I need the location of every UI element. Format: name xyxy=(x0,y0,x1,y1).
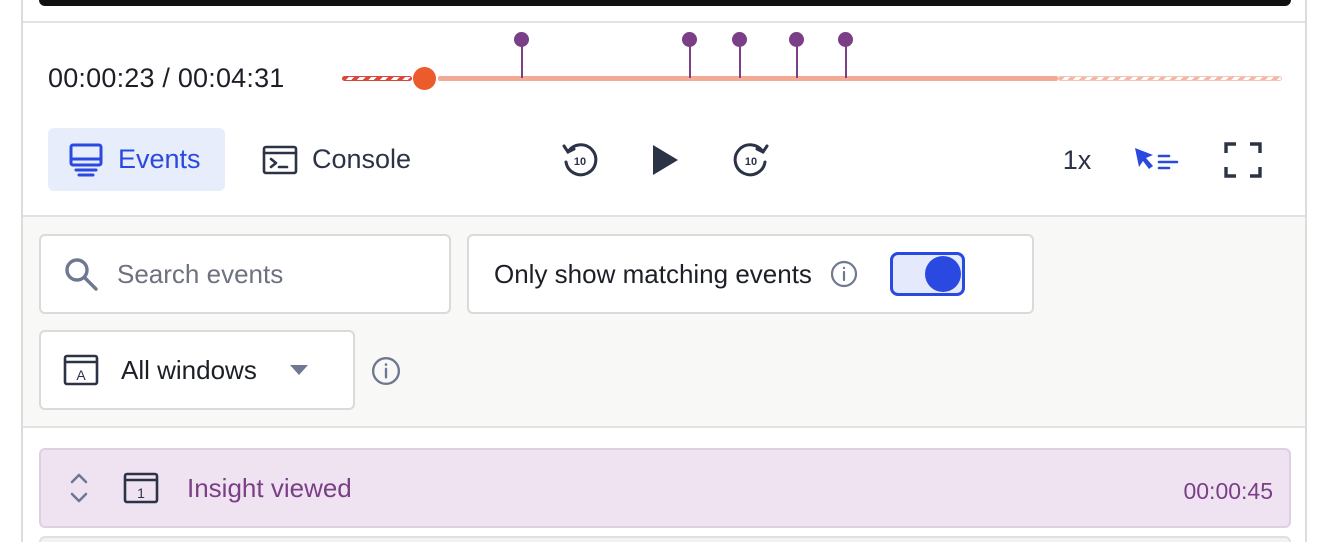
seekbar-buffer-start xyxy=(342,76,412,81)
fullscreen-button[interactable] xyxy=(1221,140,1265,180)
matching-events-filter: Only show matching events xyxy=(467,234,1034,314)
search-input[interactable] xyxy=(117,258,437,290)
event-name: Insight viewed xyxy=(187,472,352,503)
window-select-value: All windows xyxy=(121,354,257,385)
forward-10-button[interactable]: 10 xyxy=(729,138,773,182)
info-icon[interactable] xyxy=(830,260,858,288)
event-row[interactable] xyxy=(39,536,1291,542)
seekbar[interactable] xyxy=(342,30,1284,90)
event-marker[interactable] xyxy=(731,30,749,78)
window-icon-letter: A xyxy=(76,367,86,383)
playback-speed-label: 1x xyxy=(1062,144,1092,175)
event-marker[interactable] xyxy=(837,30,855,78)
play-button[interactable] xyxy=(643,138,687,182)
svg-text:10: 10 xyxy=(574,156,586,168)
tab-console-label: Console xyxy=(312,144,412,174)
event-marker[interactable] xyxy=(788,30,806,78)
seekbar-track[interactable] xyxy=(438,76,1058,81)
caret-down-icon xyxy=(289,364,309,376)
window-icon: A xyxy=(63,354,99,386)
info-icon[interactable] xyxy=(371,356,401,386)
session-player: 00:00:23 / 00:04:31 Events Console 10 10… xyxy=(21,0,1307,542)
event-timestamp[interactable]: 00:00:45 xyxy=(1183,478,1273,505)
rewind-10-icon: 10 xyxy=(562,143,598,177)
play-icon xyxy=(653,145,678,175)
tab-events[interactable]: Events xyxy=(48,128,225,191)
event-marker[interactable] xyxy=(681,30,699,78)
event-row[interactable]: 1 Insight viewed 00:00:45 xyxy=(39,448,1291,528)
playback-speed-button[interactable]: 1x xyxy=(1055,142,1099,178)
matching-events-label: Only show matching events xyxy=(494,258,812,289)
window-select[interactable]: A All windows xyxy=(39,330,355,410)
event-window-number: 1 xyxy=(137,485,145,501)
divider xyxy=(23,21,1305,23)
total-time: 00:04:31 xyxy=(177,63,285,93)
expand-icon[interactable] xyxy=(69,471,89,505)
tab-console[interactable]: Console xyxy=(262,128,442,191)
svg-text:10: 10 xyxy=(745,156,757,168)
current-time: 00:00:23 xyxy=(48,63,155,93)
video-viewport-edge xyxy=(39,0,1291,6)
forward-10-icon: 10 xyxy=(733,143,769,177)
time-readout: 00:00:23 / 00:04:31 xyxy=(48,63,285,94)
search-icon xyxy=(65,258,98,291)
matching-events-toggle[interactable] xyxy=(889,252,965,296)
divider xyxy=(23,426,1305,428)
event-marker[interactable] xyxy=(513,30,531,78)
time-separator: / xyxy=(154,63,178,93)
rewind-10-button[interactable]: 10 xyxy=(558,138,602,182)
monitor-icon xyxy=(69,143,103,176)
toggle-knob xyxy=(924,256,961,292)
cursor-skip-icon xyxy=(1135,148,1179,170)
tab-events-label: Events xyxy=(118,144,201,174)
search-box[interactable] xyxy=(39,234,451,314)
seekbar-playhead[interactable] xyxy=(413,67,436,90)
fullscreen-icon xyxy=(1224,142,1262,178)
skip-inactivity-button[interactable] xyxy=(1131,142,1181,178)
seekbar-inactive-end xyxy=(1058,76,1282,81)
event-filters: Only show matching events A All windows xyxy=(23,217,1305,426)
window-icon: 1 xyxy=(123,472,159,504)
terminal-icon xyxy=(262,145,298,174)
